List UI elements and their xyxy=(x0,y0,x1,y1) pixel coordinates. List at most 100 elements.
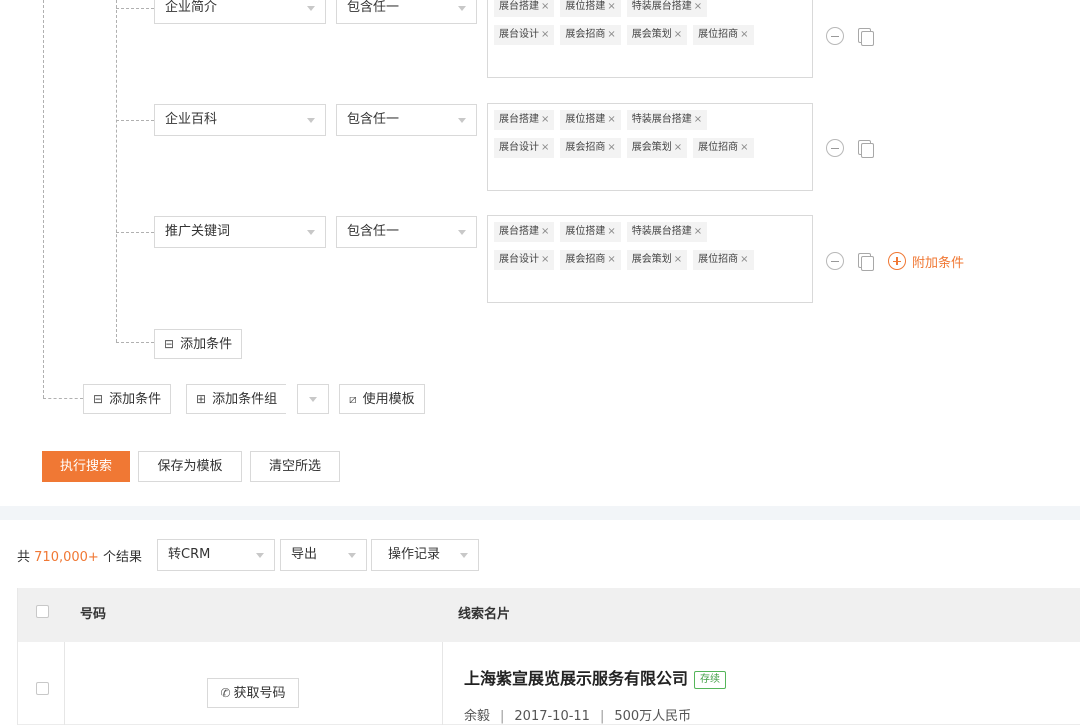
template-icon: ⧄ xyxy=(349,392,357,406)
result-count-number: 710,000+ xyxy=(34,550,99,565)
select-all-checkbox[interactable] xyxy=(36,605,49,618)
row-checkbox[interactable] xyxy=(36,682,49,695)
remove-tag-icon[interactable]: × xyxy=(607,114,615,125)
remove-tag-icon[interactable]: × xyxy=(674,142,682,153)
keyword-tag[interactable]: 展台设计 × xyxy=(494,25,555,45)
remove-tag-icon[interactable]: × xyxy=(740,254,748,265)
keyword-tag[interactable]: 特装展台搭建 × xyxy=(626,110,708,130)
condition-field-label: 企业百科 xyxy=(165,112,218,127)
keyword-tag[interactable]: 特装展台搭建 × xyxy=(626,0,708,17)
legal-person: 余毅 xyxy=(464,709,491,724)
condition-field-select[interactable]: 推广关键词 xyxy=(154,216,326,248)
keyword-tag[interactable]: 展台搭建 × xyxy=(494,0,555,17)
keyword-tag[interactable]: 展会策划 × xyxy=(626,25,688,45)
add-condition-group-button[interactable]: ⊞ 添加条件组 xyxy=(186,384,287,414)
keyword-tag[interactable]: 展台设计 × xyxy=(494,250,555,270)
tag-row: 展台设计 × 展会招商 × 展会策划 × 展位招商 × xyxy=(494,25,812,53)
keyword-tag[interactable]: 展位招商 × xyxy=(693,250,754,270)
remove-tag-icon[interactable]: × xyxy=(607,29,615,40)
export-select[interactable]: 导出 xyxy=(280,539,367,571)
operation-history-select[interactable]: 操作记录 xyxy=(371,539,479,571)
tag-row: 展台搭建 × 展位搭建 × 特装展台搭建 × xyxy=(494,0,812,25)
tag-row: 展台搭建 × 展位搭建 × 特装展台搭建 × xyxy=(494,222,812,250)
get-number-button[interactable]: ✆ 获取号码 xyxy=(207,678,299,708)
remove-tag-icon[interactable]: × xyxy=(541,226,549,237)
keyword-tag[interactable]: 展会招商 × xyxy=(560,25,621,45)
remove-tag-icon[interactable]: × xyxy=(694,226,702,237)
inner-add-condition-button[interactable]: ⊟ 添加条件 xyxy=(154,329,243,359)
results-toolbar: 共 710,000+ 个结果 转CRM 导出 操作记录 xyxy=(0,538,1080,572)
condition-operator-label: 包含任一 xyxy=(347,112,400,127)
company-meta: 余毅 | 2017-10-11 | 500万人民币 xyxy=(464,709,692,724)
chevron-down-icon xyxy=(307,118,315,123)
inner-tree-branch-2 xyxy=(116,120,154,121)
phone-icon: ✆ xyxy=(220,686,231,700)
keyword-tag[interactable]: 特装展台搭建 × xyxy=(626,222,708,242)
remove-tag-icon[interactable]: × xyxy=(674,254,682,265)
keyword-tag[interactable]: 展会招商 × xyxy=(560,250,621,270)
add-condition-icon: ⊟ xyxy=(164,337,175,351)
minus-circle-icon[interactable] xyxy=(826,27,844,45)
add-extra-condition-link[interactable]: 附加条件 xyxy=(912,252,964,271)
condition-field-select[interactable]: 企业百科 xyxy=(154,104,326,136)
keyword-tag[interactable]: 展会策划 × xyxy=(626,250,688,270)
condition-field-select[interactable]: 企业简介 xyxy=(154,0,326,24)
keyword-tag[interactable]: 展位搭建 × xyxy=(560,0,621,17)
remove-tag-icon[interactable]: × xyxy=(607,142,615,153)
to-crm-select[interactable]: 转CRM xyxy=(157,539,275,571)
column-header-lead-name: 线索名片 xyxy=(458,607,511,622)
remove-tag-icon[interactable]: × xyxy=(607,254,615,265)
remove-tag-icon[interactable]: × xyxy=(740,142,748,153)
plus-circle-icon[interactable] xyxy=(888,252,906,270)
company-name[interactable]: 上海紫宣展览展示服务有限公司 存续 xyxy=(464,665,727,689)
keyword-tag[interactable]: 展位搭建 × xyxy=(560,110,621,130)
condition-operator-select[interactable]: 包含任一 xyxy=(336,104,477,136)
keyword-tag[interactable]: 展台搭建 × xyxy=(494,222,555,242)
copy-icon[interactable] xyxy=(856,139,874,158)
keyword-tag-input[interactable]: 展台搭建 × 展位搭建 × 特装展台搭建 × 展台设计 × 展会招商 × 展会策划 × 展位… xyxy=(487,215,813,303)
remove-tag-icon[interactable]: × xyxy=(674,29,682,40)
remove-tag-icon[interactable]: × xyxy=(541,114,549,125)
chevron-down-icon xyxy=(458,118,466,123)
results-table: 号码 线索名片 ✆ 获取号码 上海紫宣展览展示服务有限公司 存续 余毅 | 2017-1… xyxy=(17,588,1080,725)
keyword-tag[interactable]: 展台搭建 × xyxy=(494,110,555,130)
keyword-tag[interactable]: 展位搭建 × xyxy=(560,222,621,242)
remove-tag-icon[interactable]: × xyxy=(541,254,549,265)
inner-tree-branch-1 xyxy=(116,8,154,9)
minus-circle-icon[interactable] xyxy=(826,252,844,270)
inner-tree-line xyxy=(116,0,117,342)
tag-row: 展台设计 × 展会招商 × 展会策划 × 展位招商 × xyxy=(494,250,812,278)
keyword-tag-input[interactable]: 展台搭建 × 展位搭建 × 特装展台搭建 × 展台设计 × 展会招商 × 展会策划 × 展位… xyxy=(487,0,813,78)
chevron-down-icon xyxy=(307,6,315,11)
established-date: 2017-10-11 xyxy=(514,709,590,724)
condition-operator-select[interactable]: 包含任一 xyxy=(336,0,477,24)
remove-tag-icon[interactable]: × xyxy=(541,142,549,153)
remove-tag-icon[interactable]: × xyxy=(694,114,702,125)
remove-tag-icon[interactable]: × xyxy=(541,1,549,12)
copy-icon[interactable] xyxy=(856,252,874,271)
keyword-tag-input[interactable]: 展台搭建 × 展位搭建 × 特装展台搭建 × 展台设计 × 展会招商 × 展会策划 × 展位… xyxy=(487,103,813,191)
save-as-template-button[interactable]: 保存为模板 xyxy=(138,451,242,482)
status-badge: 存续 xyxy=(694,671,727,689)
result-count: 共 710,000+ 个结果 xyxy=(17,550,142,565)
execute-search-button[interactable]: 执行搜索 xyxy=(42,451,130,482)
table-row: ✆ 获取号码 上海紫宣展览展示服务有限公司 存续 余毅 | 2017-10-11 | 500… xyxy=(18,642,1080,725)
inner-tree-branch-add xyxy=(116,342,154,343)
keyword-tag[interactable]: 展会招商 × xyxy=(560,138,621,158)
remove-tag-icon[interactable]: × xyxy=(607,226,615,237)
remove-tag-icon[interactable]: × xyxy=(607,1,615,12)
minus-circle-icon[interactable] xyxy=(826,139,844,157)
use-template-button[interactable]: ⧄ 使用模板 xyxy=(339,384,425,414)
keyword-tag[interactable]: 展台设计 × xyxy=(494,138,555,158)
keyword-tag[interactable]: 展位招商 × xyxy=(693,138,754,158)
keyword-tag[interactable]: 展会策划 × xyxy=(626,138,688,158)
clear-selection-button[interactable]: 清空所选 xyxy=(250,451,340,482)
condition-operator-select[interactable]: 包含任一 xyxy=(336,216,477,248)
remove-tag-icon[interactable]: × xyxy=(740,29,748,40)
remove-tag-icon[interactable]: × xyxy=(541,29,549,40)
copy-icon[interactable] xyxy=(856,27,874,46)
remove-tag-icon[interactable]: × xyxy=(694,1,702,12)
add-condition-button[interactable]: ⊟ 添加条件 xyxy=(83,384,172,414)
keyword-tag[interactable]: 展位招商 × xyxy=(693,25,754,45)
add-group-dropdown-toggle[interactable] xyxy=(297,384,329,414)
